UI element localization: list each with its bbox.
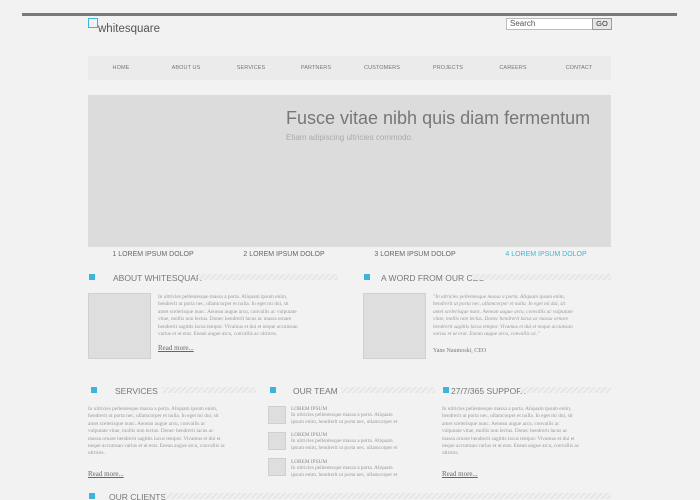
- ceo-square-icon: [364, 274, 370, 280]
- services-text: In ultricies pellentesque massa a porta.…: [88, 406, 226, 457]
- ceo-title: A WORD FROM OUR CEO: [381, 273, 485, 283]
- hero-slider[interactable]: Fusce vitae nibh quis diam fermentum Eti…: [88, 95, 611, 247]
- team-square-icon: [270, 387, 276, 393]
- team-member-photo: [268, 432, 286, 450]
- clients-stripe: [165, 493, 611, 499]
- nav-item-careers[interactable]: CAREERS: [499, 65, 526, 71]
- search-input[interactable]: Search: [506, 18, 594, 30]
- slider-tab-3[interactable]: 3 LOREM IPSUM DOLOP: [374, 251, 455, 258]
- support-read-more-link[interactable]: Read more...: [442, 470, 478, 478]
- about-stripe: [198, 274, 338, 280]
- nav-item-home[interactable]: HOME: [113, 65, 130, 71]
- services-stripe: [162, 387, 256, 393]
- services-title: SERVICES: [115, 386, 158, 396]
- logo-text: whitesquare: [98, 23, 161, 35]
- support-square-icon: [443, 387, 449, 393]
- nav-item-about-us[interactable]: ABOUT US: [172, 65, 201, 71]
- support-title: 27/7/365 SUPPORT: [451, 386, 528, 396]
- hero-title: Fusce vitae nibh quis diam fermentum: [286, 108, 591, 128]
- clients-title: OUR CLIENTS: [109, 492, 167, 500]
- ceo-image: [363, 293, 426, 359]
- support-text: In ultricies pellentesque massa a porta.…: [442, 406, 580, 457]
- nav-item-services[interactable]: SERVICES: [237, 65, 266, 71]
- about-square-icon: [89, 274, 95, 280]
- slider-tab-1[interactable]: 1 LOREM IPSUM DOLOP: [112, 251, 193, 258]
- slider-tab-4[interactable]: 4 LOREM IPSUM DOLOP: [505, 251, 586, 258]
- team-stripe: [341, 387, 435, 393]
- team-title: OUR TEAM: [293, 386, 338, 396]
- search-button[interactable]: GO: [592, 18, 612, 30]
- ceo-stripe: [472, 274, 611, 280]
- hero-subtitle: Etiam adipiscing ultricies commodo.: [286, 133, 414, 142]
- team-member-photo: [268, 458, 286, 476]
- services-square-icon: [91, 387, 97, 393]
- top-divider: [22, 13, 677, 16]
- ceo-author: Yane Naumoski, CEO: [433, 348, 487, 354]
- team-member-text: In ultricies pellentesque massa a porta.…: [291, 465, 398, 479]
- about-image: [88, 293, 151, 359]
- nav-item-customers[interactable]: CUSTOMERS: [364, 65, 400, 71]
- team-member-photo: [268, 406, 286, 424]
- support-stripe: [520, 387, 611, 393]
- nav-item-partners[interactable]: PARTNERS: [301, 65, 331, 71]
- nav-item-projects[interactable]: PROJECTS: [433, 65, 463, 71]
- team-member-text: In ultricies pellentesque massa a porta.…: [291, 438, 398, 452]
- logo-square-icon: [88, 18, 98, 28]
- team-member-text: In ultricies pellentesque massa a porta.…: [291, 412, 398, 426]
- main-nav: HOME ABOUT US SERVICES PARTNERS CUSTOMER…: [88, 56, 611, 80]
- slider-tab-2[interactable]: 2 LOREM IPSUM DOLOP: [243, 251, 324, 258]
- clients-square-icon: [89, 493, 95, 499]
- about-title: ABOUT WHITESQUAR: [113, 273, 203, 283]
- about-read-more-link[interactable]: Read more...: [158, 344, 194, 352]
- ceo-quote: "In ultricies pellentesque massa a porta…: [433, 294, 573, 338]
- nav-item-contact[interactable]: CONTACT: [566, 65, 593, 71]
- about-text: In ultricies pellentesque massa a porta.…: [158, 294, 298, 338]
- services-read-more-link[interactable]: Read more...: [88, 470, 124, 478]
